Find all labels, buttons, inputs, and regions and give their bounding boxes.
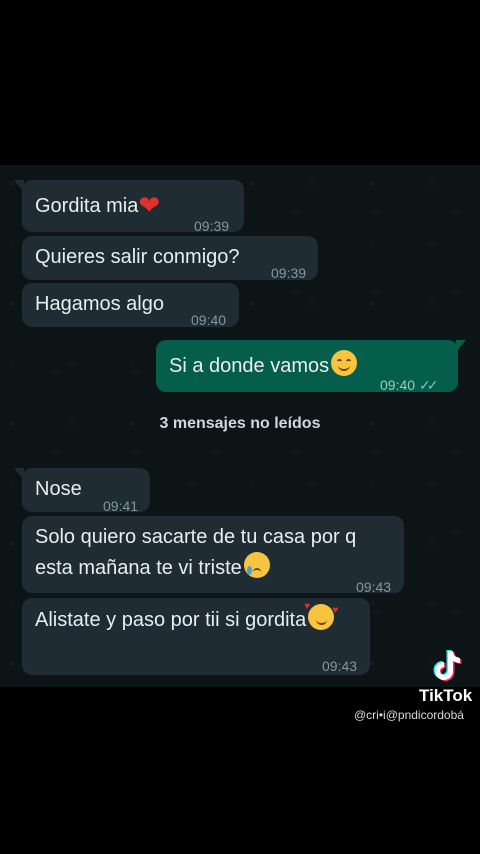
double-check-read-icon: ✓✓ (419, 377, 439, 393)
heart-emoji-icon: ❤ (138, 190, 161, 220)
message-time: 09:43 (322, 658, 358, 674)
message-incoming[interactable]: Quieres salir conmigo? 09:39 (22, 236, 318, 281)
message-text: Quieres salir conmigo? (35, 246, 240, 268)
message-text: Si a donde vamos (169, 355, 330, 377)
message-text: Alistate y paso por tii si gordita (35, 609, 307, 631)
message-incoming[interactable]: Solo quiero sacarte de tu casa por q est… (22, 516, 404, 595)
creator-handle: @cri•i@pndicordobá (354, 708, 464, 722)
smiling-face-with-hearts-emoji-icon: ♥ ♥ (304, 602, 338, 630)
message-text-line: Solo quiero sacarte de tu casa por q (35, 526, 357, 548)
message-incoming[interactable]: Alistate y paso por tii si gordita ♥ ♥ 09:… (22, 598, 370, 675)
tiktok-logo-icon (433, 650, 462, 681)
message-incoming[interactable]: Nose 09:41 (14, 468, 150, 514)
message-incoming[interactable]: Hagamos algo 09:40 (22, 283, 239, 328)
message-text: Nose (35, 478, 82, 500)
message-incoming[interactable]: Gordita mia❤ 09:39 (14, 180, 244, 234)
message-text: Gordita mia (35, 195, 139, 217)
message-time: 09:39 (271, 265, 307, 281)
tiktok-watermark: TikTok (419, 686, 473, 705)
message-text: Hagamos algo (35, 293, 164, 315)
message-outgoing[interactable]: Si a donde vamos 09:40 ✓✓ (156, 340, 466, 393)
message-time: 09:40 (380, 377, 416, 393)
chat-area[interactable]: Gordita mia❤ 09:39 Quieres salir conmigo… (0, 165, 480, 687)
unread-messages-divider: 3 mensajes no leídos (159, 415, 321, 432)
crying-face-emoji-icon (243, 552, 270, 578)
message-text-line: esta mañana te vi triste (35, 557, 242, 579)
message-time: 09:40 (191, 312, 227, 328)
smiling-face-emoji-icon (331, 350, 358, 376)
